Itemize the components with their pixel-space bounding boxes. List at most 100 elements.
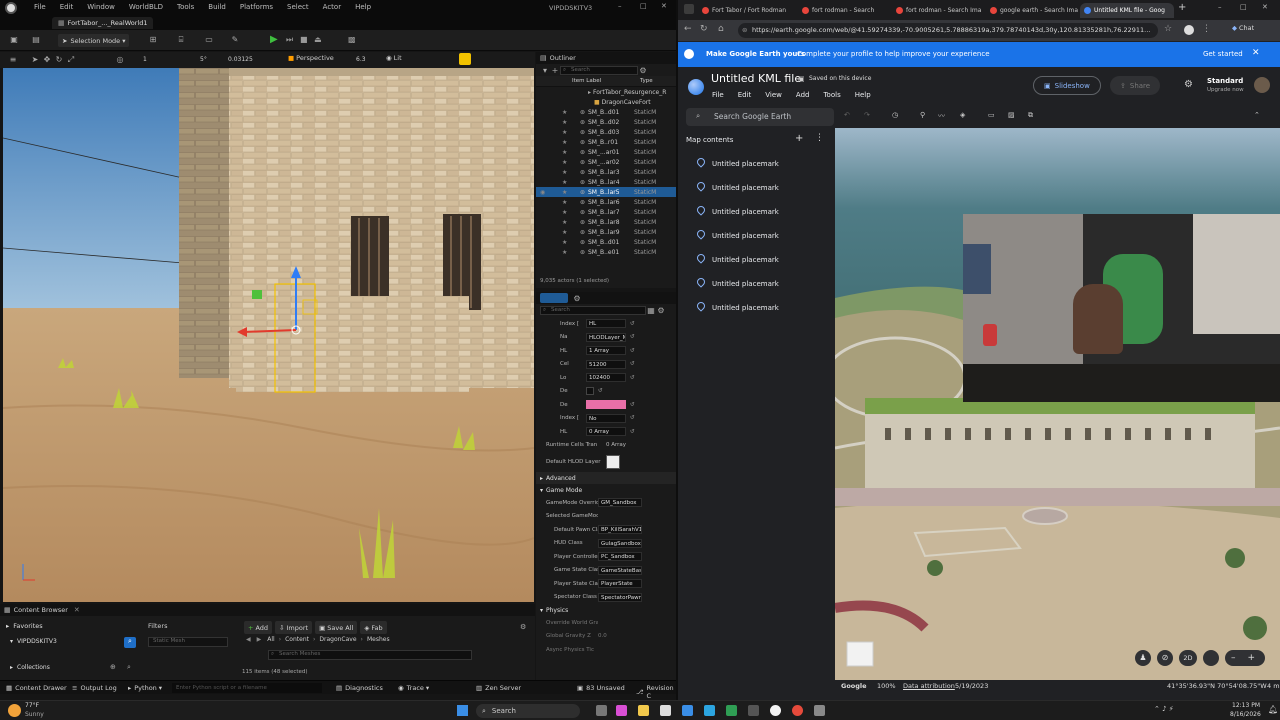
pin-icon[interactable]: ★ bbox=[562, 219, 568, 226]
minimize-icon[interactable]: – bbox=[618, 2, 622, 10]
zoom-out-icon[interactable]: – bbox=[1231, 653, 1236, 663]
project-tree-item[interactable]: ▾ VIPDDSKITV3 bbox=[10, 638, 57, 645]
mail-icon[interactable] bbox=[682, 705, 693, 716]
image-overlay-icon[interactable]: ▨ bbox=[1008, 111, 1015, 119]
pegman-icon[interactable]: ♟ bbox=[1135, 650, 1151, 666]
reset-icon[interactable]: ↺ bbox=[630, 375, 635, 381]
snap-toggle-icon[interactable] bbox=[459, 53, 471, 65]
earth-menu-edit[interactable]: Edit bbox=[738, 91, 752, 99]
rotate-tool-icon[interactable]: ↻ bbox=[54, 55, 64, 64]
earth-menu-file[interactable]: File bbox=[712, 91, 724, 99]
eject-icon[interactable]: ⏏ bbox=[314, 35, 322, 44]
layers-icon[interactable]: ◈ bbox=[960, 111, 965, 119]
menu-tools[interactable]: Tools bbox=[177, 3, 194, 11]
reset-icon[interactable]: ↺ bbox=[630, 415, 635, 421]
copilot-icon[interactable] bbox=[616, 705, 627, 716]
more-options-icon[interactable]: ⋮ bbox=[815, 133, 824, 143]
account-avatar[interactable] bbox=[1254, 77, 1270, 93]
toggle-2d-button[interactable]: 2D bbox=[1179, 650, 1197, 666]
task-view-icon[interactable] bbox=[596, 705, 607, 716]
kml-title[interactable]: Untitled KML file bbox=[711, 72, 801, 85]
url-input[interactable]: ⊜ https://earth.google.com/web/@41.592743… bbox=[738, 23, 1158, 38]
grid-snap-value[interactable]: 1 bbox=[143, 56, 147, 63]
tab-fort-rodman[interactable]: fort rodman - Search bbox=[798, 3, 892, 18]
tab-search-icon[interactable] bbox=[684, 4, 694, 14]
property-value[interactable]: 0.0 bbox=[598, 633, 607, 639]
pin-icon[interactable]: ★ bbox=[562, 149, 568, 156]
presentation-icon[interactable]: ▭ bbox=[988, 111, 995, 119]
lit-dropdown[interactable]: ◉ Lit bbox=[386, 54, 402, 62]
hide-overlays-icon[interactable]: ⊘ bbox=[1157, 650, 1173, 666]
search-icon[interactable]: ⌕ bbox=[124, 637, 136, 648]
menu-help[interactable]: Help bbox=[355, 3, 371, 11]
share-button[interactable]: ⇪ Share bbox=[1110, 76, 1161, 95]
maximize-icon[interactable]: □ bbox=[1240, 3, 1247, 11]
level-tab[interactable]: ▦ FortTabor_..._RealWorld1 bbox=[52, 17, 154, 29]
tab-fort-rodman-images[interactable]: fort rodman - Search Ima bbox=[892, 3, 986, 18]
edge-icon[interactable] bbox=[704, 705, 715, 716]
outliner-row[interactable]: ★ ⊛ SM_B..lar6 StaticM bbox=[536, 197, 676, 207]
property-checkbox[interactable] bbox=[586, 387, 594, 396]
property-value[interactable]: HLODLayer_Mi bbox=[586, 332, 626, 342]
debug-color-swatch[interactable] bbox=[586, 400, 626, 410]
reset-icon[interactable]: ↺ bbox=[630, 348, 635, 354]
pin-icon[interactable]: ★ bbox=[562, 119, 568, 126]
earth-menu-add[interactable]: Add bbox=[796, 91, 810, 99]
level-viewport[interactable] bbox=[3, 68, 534, 602]
filter-icon[interactable]: ▾ bbox=[540, 66, 550, 75]
outliner-row[interactable]: ★ ⊛ SM_B..d03 StaticM bbox=[536, 127, 676, 137]
property-value[interactable]: GulagSandboxHU bbox=[598, 538, 642, 548]
file-explorer-icon[interactable] bbox=[638, 705, 649, 716]
zen-server-button[interactable]: ▥ Zen Server bbox=[476, 684, 521, 692]
get-started-link[interactable]: Get started bbox=[1203, 50, 1243, 58]
fab-button[interactable]: ◈ Fab bbox=[360, 621, 387, 634]
cb-tab[interactable]: ▦ Content Browser ✕ bbox=[0, 604, 535, 616]
col-type[interactable]: Type bbox=[640, 78, 653, 84]
google-earth-logo[interactable] bbox=[688, 79, 704, 95]
menu-file[interactable]: File bbox=[34, 3, 46, 11]
chrome-taskbar-icon[interactable] bbox=[792, 705, 803, 716]
start-button[interactable] bbox=[457, 705, 468, 716]
earth-menu-view[interactable]: View bbox=[765, 91, 782, 99]
outliner-folder[interactable]: ■ DragonCaveFort bbox=[536, 97, 676, 107]
crumb-all[interactable]: All bbox=[267, 636, 274, 643]
measure-icon[interactable]: ⧉ bbox=[1028, 111, 1033, 120]
xbox-icon[interactable] bbox=[726, 705, 737, 716]
game-mode-section[interactable]: ▾ Game Mode bbox=[536, 484, 676, 496]
outliner-row[interactable]: ★ ⊛ SM_B..lar4 StaticM bbox=[536, 177, 676, 187]
data-attribution-link[interactable]: Data attribution bbox=[903, 682, 955, 690]
crumb-content[interactable]: Content bbox=[285, 636, 309, 643]
reset-icon[interactable]: ↺ bbox=[630, 321, 635, 327]
property-value[interactable]: BP_KillSarahV1 bbox=[598, 525, 642, 535]
pin-icon[interactable]: ★ bbox=[562, 249, 568, 256]
pin-icon[interactable]: ★ bbox=[562, 159, 568, 166]
close-icon[interactable]: ✕ bbox=[1262, 3, 1268, 11]
import-button[interactable]: ⇩ Import bbox=[275, 621, 313, 634]
play-icon[interactable]: ▶ bbox=[270, 34, 278, 45]
reset-icon[interactable]: ↺ bbox=[630, 361, 635, 367]
output-log-button[interactable]: ≡ Output Log bbox=[72, 684, 117, 692]
property-value[interactable]: SpectatorPawn bbox=[598, 592, 642, 602]
pin-icon[interactable]: ★ bbox=[562, 229, 568, 236]
banner-close-icon[interactable]: ✕ bbox=[1252, 48, 1260, 58]
outliner-row[interactable]: ★ ⊛ SM_...ar01 StaticM bbox=[536, 147, 676, 157]
home-icon[interactable]: ⌂ bbox=[718, 24, 724, 34]
close-icon[interactable]: ✕ bbox=[661, 2, 667, 10]
favorites-header[interactable]: ▸ Favorites bbox=[6, 622, 43, 630]
outliner-root[interactable]: ▸ FortTabor_Resurgence_R bbox=[536, 87, 676, 97]
outliner-row[interactable]: ★ ⊛ SM_B..lar8 StaticM bbox=[536, 217, 676, 227]
earth-menu-tools[interactable]: Tools bbox=[823, 91, 840, 99]
collection-search-icon[interactable]: ⌕ bbox=[127, 663, 131, 672]
blueprint-icon[interactable]: ⌸ bbox=[176, 35, 186, 45]
maximize-icon[interactable]: □ bbox=[640, 2, 647, 10]
selection-mode-button[interactable]: ➤ Selection Mode ▾ bbox=[58, 34, 130, 47]
undo-icon[interactable]: ↶ bbox=[844, 111, 850, 119]
clock-time[interactable]: 12:13 PM bbox=[1232, 702, 1260, 709]
tab-google-earth-images[interactable]: google earth - Search Ima bbox=[986, 3, 1080, 18]
details-search-input[interactable]: ⌕ Search bbox=[540, 306, 646, 315]
new-tab-icon[interactable]: + bbox=[1178, 2, 1186, 13]
outliner-row[interactable]: ◉ ★ ⊛ SM_B..lar5 StaticM bbox=[536, 187, 676, 197]
refresh-icon[interactable]: ↻ bbox=[700, 24, 708, 34]
filter-chip[interactable]: Static Mesh bbox=[148, 637, 228, 647]
notifications-icon[interactable]: 🔔︎ bbox=[1268, 705, 1278, 714]
